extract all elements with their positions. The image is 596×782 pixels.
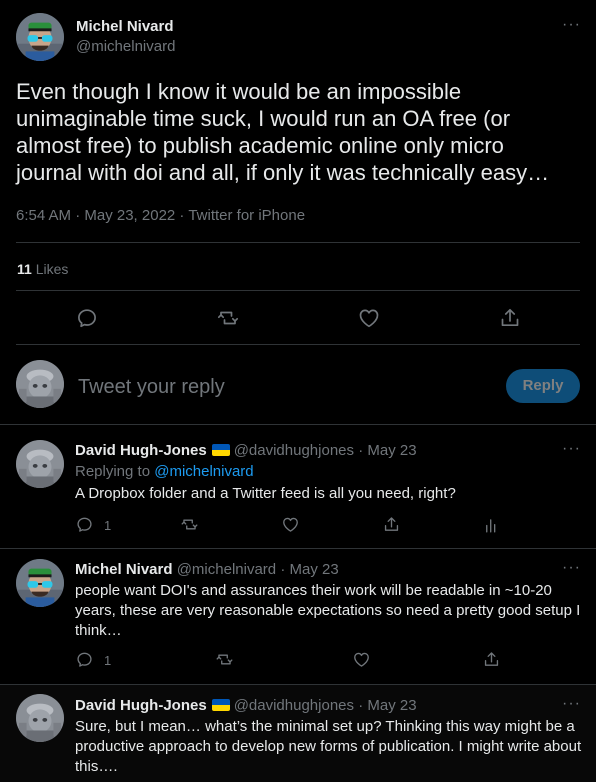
my-avatar[interactable] [16,360,64,408]
author-handle[interactable]: @michelnivard [76,38,175,55]
retweet-icon[interactable] [216,306,240,330]
reply-count: 1 [104,653,112,668]
reply-count: 1 [104,518,112,533]
retweet-icon[interactable] [215,650,234,669]
reply-header: Michel Nivard @michelnivard · May 23 [75,561,339,578]
reply-avatar[interactable] [16,694,64,742]
divider [16,242,580,243]
reply-author-name[interactable]: David Hugh-Jones [75,442,207,459]
reply-date[interactable]: · May 23 [280,561,338,578]
more-options-icon[interactable]: ··· [562,17,581,33]
reply-date[interactable]: · May 23 [358,697,416,714]
reply-text: Sure, but I mean… what’s the minimal set… [75,718,582,775]
replying-to-handle[interactable]: @michelnivard [154,463,253,480]
reply-avatar[interactable] [16,440,64,488]
reply-bubble-icon[interactable] [75,515,94,534]
share-icon[interactable] [382,515,401,534]
ukraine-flag-icon [211,699,230,711]
divider [0,424,596,425]
more-options-icon[interactable]: ··· [562,560,581,576]
ukraine-flag-icon [211,444,230,456]
heart-icon[interactable] [357,306,381,330]
replying-to-label: Replying to [75,463,151,480]
divider [0,548,596,549]
reply-text: people want DOI's and assurances their w… [75,582,581,639]
author-avatar[interactable] [16,13,64,61]
reply-compose-input[interactable]: Tweet your reply [78,376,225,399]
tweet-timestamp[interactable]: 6:54 AM · May 23, 2022 · Twitter for iPh… [16,207,305,224]
analytics-icon[interactable] [482,516,501,535]
reply-date[interactable]: · May 23 [358,442,416,459]
divider [16,290,580,291]
reply-header: David Hugh-Jones @davidhughjones · May 23 [75,697,417,714]
reply-bubble-icon[interactable] [75,650,94,669]
reply-header: David Hugh-Jones @davidhughjones · May 23 [75,442,417,459]
reply-author-handle[interactable]: @davidhughjones [234,697,354,714]
replying-to: Replying to @michelnivard [75,463,254,480]
reply-author-name[interactable]: Michel Nivard [75,561,173,578]
more-options-icon[interactable]: ··· [562,696,581,712]
reply-bubble-icon[interactable] [75,306,99,330]
retweet-icon[interactable] [180,515,199,534]
reply-author-handle[interactable]: @davidhughjones [234,442,354,459]
share-icon[interactable] [498,306,522,330]
tweet-text: Even though I know it would be an imposs… [16,79,550,185]
likes-stat[interactable]: 11 Likes [17,261,68,277]
heart-icon[interactable] [352,650,371,669]
heart-icon[interactable] [281,515,300,534]
likes-count: 11 [17,261,32,277]
likes-label: Likes [35,261,69,277]
reply-button[interactable]: Reply [506,369,580,403]
reply-text: A Dropbox folder and a Twitter feed is a… [75,485,456,502]
author-name[interactable]: Michel Nivard [76,18,174,35]
reply-author-name[interactable]: David Hugh-Jones [75,697,207,714]
reply-author-handle[interactable]: @michelnivard [177,561,276,578]
reply-avatar[interactable] [16,559,64,607]
more-options-icon[interactable]: ··· [562,441,581,457]
divider [16,344,580,345]
share-icon[interactable] [482,650,501,669]
